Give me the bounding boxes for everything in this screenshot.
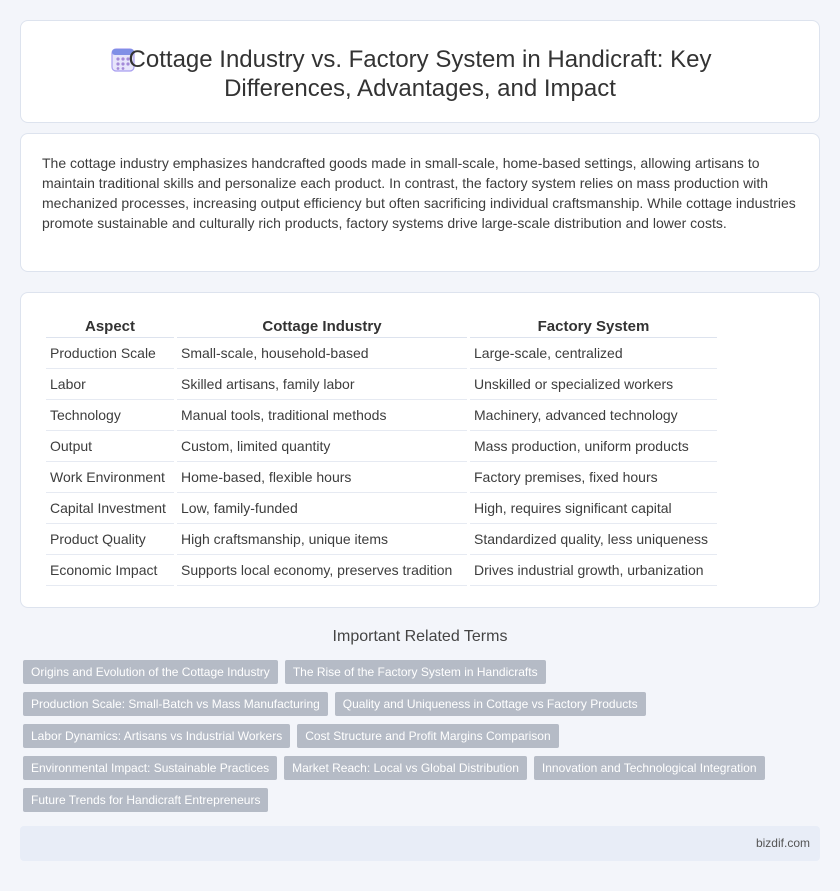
- table-cell: Custom, limited quantity: [177, 431, 467, 462]
- table-row: Economic Impact Supports local economy, …: [46, 555, 717, 586]
- comparison-card: Aspect Cottage Industry Factory System P…: [20, 292, 820, 608]
- page-title: Cottage Industry vs. Factory System in H…: [128, 46, 712, 102]
- related-term-tag[interactable]: Innovation and Technological Integration: [533, 756, 765, 780]
- table-cell: Large-scale, centralized: [470, 338, 717, 369]
- related-term-tag[interactable]: Environmental Impact: Sustainable Practi…: [23, 756, 278, 780]
- table-row: Production Scale Small-scale, household-…: [46, 338, 717, 369]
- comparison-table: Aspect Cottage Industry Factory System P…: [43, 314, 720, 586]
- related-term-tag[interactable]: The Rise of the Factory System in Handic…: [284, 660, 546, 684]
- table-cell: Skilled artisans, family labor: [177, 369, 467, 400]
- related-term-tag[interactable]: Future Trends for Handicraft Entrepreneu…: [23, 788, 269, 812]
- related-term-tag[interactable]: Cost Structure and Profit Margins Compar…: [297, 724, 559, 748]
- related-term-tag[interactable]: Quality and Uniqueness in Cottage vs Fac…: [334, 692, 646, 716]
- related-term-tag[interactable]: Market Reach: Local vs Global Distributi…: [284, 756, 527, 780]
- table-cell: Low, family-funded: [177, 493, 467, 524]
- summary-text: The cottage industry emphasizes handcraf…: [42, 155, 796, 231]
- table-cell: Product Quality: [46, 524, 174, 555]
- related-term-tag[interactable]: Labor Dynamics: Artisans vs Industrial W…: [23, 724, 291, 748]
- table-cell: Mass production, uniform products: [470, 431, 717, 462]
- table-row: Capital Investment Low, family-funded Hi…: [46, 493, 717, 524]
- table-cell: Output: [46, 431, 174, 462]
- table-cell: Technology: [46, 400, 174, 431]
- table-row: Labor Skilled artisans, family labor Uns…: [46, 369, 717, 400]
- table-cell: Unskilled or specialized workers: [470, 369, 717, 400]
- table-cell: Economic Impact: [46, 555, 174, 586]
- related-terms-list: Origins and Evolution of the Cottage Ind…: [23, 660, 803, 812]
- table-cell: High, requires significant capital: [470, 493, 717, 524]
- table-row: Output Custom, limited quantity Mass pro…: [46, 431, 717, 462]
- table-cell: High craftsmanship, unique items: [177, 524, 467, 555]
- related-term-tag[interactable]: Production Scale: Small-Batch vs Mass Ma…: [23, 692, 328, 716]
- column-header: Factory System: [470, 314, 717, 338]
- table-row: Product Quality High craftsmanship, uniq…: [46, 524, 717, 555]
- table-cell: Supports local economy, preserves tradit…: [177, 555, 467, 586]
- table-cell: Work Environment: [46, 462, 174, 493]
- table-cell: Machinery, advanced technology: [470, 400, 717, 431]
- table-row: Work Environment Home-based, flexible ho…: [46, 462, 717, 493]
- column-header: Cottage Industry: [177, 314, 467, 338]
- table-cell: Labor: [46, 369, 174, 400]
- header-card: Cottage Industry vs. Factory System in H…: [20, 20, 820, 123]
- column-header: Aspect: [46, 314, 174, 338]
- table-row: Technology Manual tools, traditional met…: [46, 400, 717, 431]
- table-header-row: Aspect Cottage Industry Factory System: [46, 314, 717, 338]
- table-cell: Home-based, flexible hours: [177, 462, 467, 493]
- related-terms-heading: Important Related Terms: [332, 628, 508, 645]
- table-cell: Capital Investment: [46, 493, 174, 524]
- table-cell: Production Scale: [46, 338, 174, 369]
- table-cell: Manual tools, traditional methods: [177, 400, 467, 431]
- summary-card: The cottage industry emphasizes handcraf…: [20, 133, 820, 272]
- table-cell: Factory premises, fixed hours: [470, 462, 717, 493]
- footer: bizdif.com: [20, 826, 820, 861]
- table-cell: Drives industrial growth, urbanization: [470, 555, 717, 586]
- site-brand-link[interactable]: bizdif.com: [756, 836, 810, 850]
- table-cell: Small-scale, household-based: [177, 338, 467, 369]
- related-term-tag[interactable]: Origins and Evolution of the Cottage Ind…: [23, 660, 278, 684]
- table-cell: Standardized quality, less uniqueness: [470, 524, 717, 555]
